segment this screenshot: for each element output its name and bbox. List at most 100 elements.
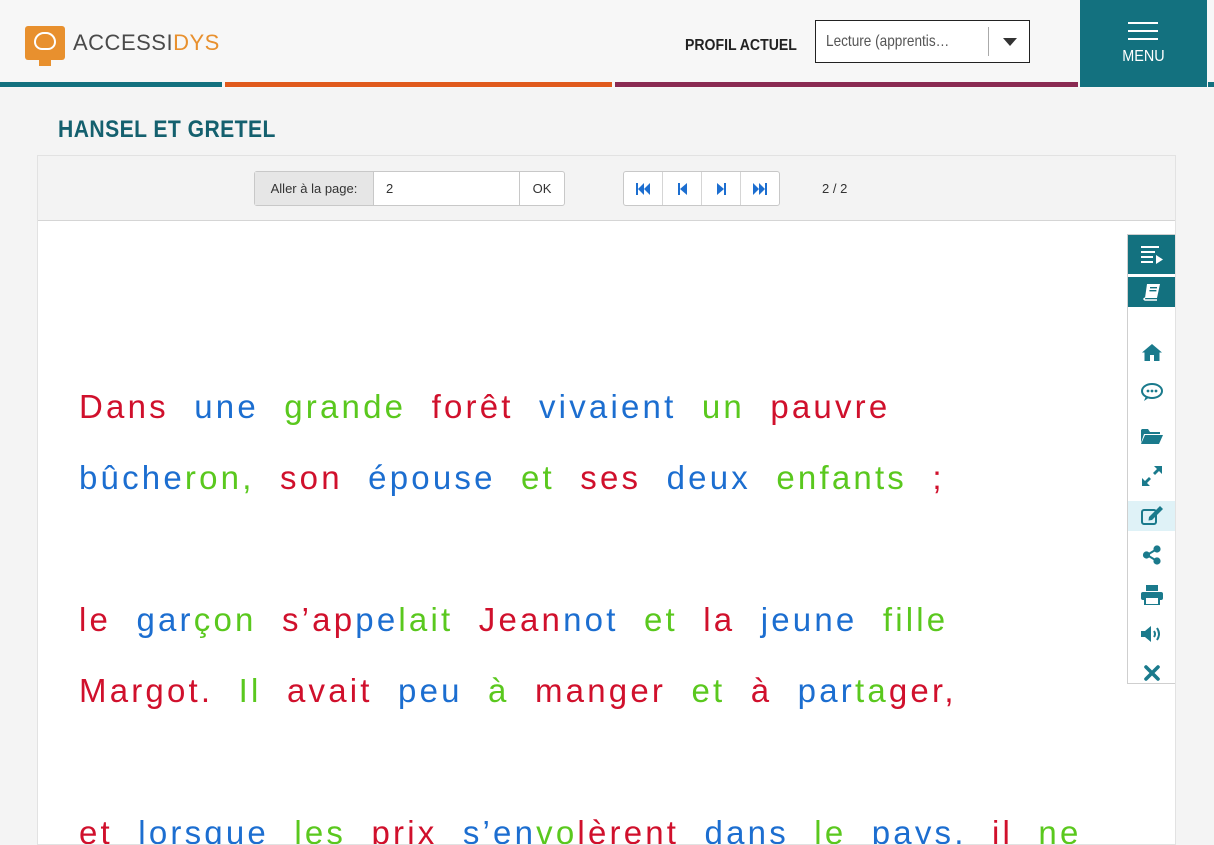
syllable: ne <box>1038 814 1082 845</box>
side-tools <box>1127 234 1175 684</box>
logo-text-accessi: ACCESSI <box>73 30 174 55</box>
viewer-toolbar: Aller à la page: OK 2 / 2 <box>38 156 1175 221</box>
book-icon <box>1143 284 1160 301</box>
next-page-button[interactable] <box>702 172 741 205</box>
syllable: lorsque <box>138 814 295 845</box>
syllable: ; <box>932 459 945 496</box>
profile-label: PROFIL ACTUEL <box>685 37 797 54</box>
syllable: et <box>521 459 581 496</box>
syllable: ger, <box>888 672 957 709</box>
close-document-button[interactable] <box>1128 658 1175 688</box>
open-folder-button[interactable] <box>1128 421 1175 451</box>
syllable: forêt <box>431 388 539 425</box>
home-icon <box>1142 343 1162 361</box>
edit-icon <box>1141 506 1163 525</box>
brain-monitor-icon <box>25 26 65 66</box>
goto-ok-button[interactable]: OK <box>520 172 564 205</box>
syllable: une <box>194 388 285 425</box>
share-button[interactable] <box>1128 540 1175 570</box>
syllable: peu <box>398 672 489 709</box>
previous-page-button[interactable] <box>663 172 702 205</box>
goto-page-group: Aller à la page: OK <box>254 171 565 206</box>
chevron-down-icon <box>1003 38 1017 46</box>
document-title: HANSEL ET GRETEL <box>58 116 276 143</box>
close-icon <box>1144 665 1160 681</box>
syllable: par <box>797 672 855 709</box>
syllable: bûche <box>79 459 185 496</box>
syllable: et <box>643 601 704 638</box>
accessidys-logo[interactable]: ACCESSIDYS <box>25 25 220 66</box>
syllable: le <box>79 601 137 638</box>
app-header: ACCESSIDYS PROFIL ACTUEL Lecture (appren… <box>0 0 1214 88</box>
syllable: avait <box>286 672 399 709</box>
syllable: dans <box>704 814 815 845</box>
document-viewer: Aller à la page: OK 2 / 2 Dans une grand… <box>37 155 1176 845</box>
text-line: bûcheron, son épouse et ses deux enfants… <box>79 459 945 497</box>
syllable: le <box>814 814 872 845</box>
comment-button[interactable] <box>1128 377 1175 407</box>
share-icon <box>1142 545 1161 565</box>
syllable: Il <box>238 672 287 709</box>
home-button[interactable] <box>1128 337 1175 367</box>
syllable: Dans <box>79 388 195 425</box>
menu-label: MENU <box>1122 48 1165 65</box>
syllable: lait <box>398 601 479 638</box>
print-icon <box>1141 585 1163 605</box>
page-count: 2 / 2 <box>822 181 848 196</box>
print-button[interactable] <box>1128 580 1175 610</box>
text-line: le garçon s’appelait Jeannot et la jeune… <box>79 601 948 639</box>
last-page-icon <box>753 182 767 195</box>
expand-icon <box>1142 466 1162 486</box>
syllable: lèrent <box>577 814 705 845</box>
text-line: Margot. Il avait peu à manger et à parta… <box>79 672 957 710</box>
page-navigation <box>623 171 780 206</box>
syllable: ta <box>854 672 889 709</box>
syllable: Margot. <box>79 672 239 709</box>
syllable: fille <box>882 601 949 638</box>
syllable: s’ap <box>281 601 356 638</box>
goto-page-input[interactable] <box>374 172 520 205</box>
syllable: son <box>279 459 369 496</box>
logo-text-dys: DYS <box>173 30 220 55</box>
profile-select[interactable]: Lecture (apprentis… <box>815 20 1030 63</box>
first-page-icon <box>636 182 650 195</box>
previous-page-icon <box>677 182 687 195</box>
syllable: gar <box>136 601 194 638</box>
logo-text: ACCESSIDYS <box>73 30 220 56</box>
fullscreen-button[interactable] <box>1128 461 1175 491</box>
syllable: vo <box>536 814 578 845</box>
syllable: grande <box>284 388 432 425</box>
stripe-orange <box>225 82 612 87</box>
syllable: pays, <box>871 814 992 845</box>
book-button[interactable] <box>1128 277 1175 307</box>
syllable: manger <box>534 672 692 709</box>
profile-select-value: Lecture (apprentis… <box>826 33 950 50</box>
syllable: pe <box>355 601 399 638</box>
stripe-purple <box>615 82 1078 87</box>
syllable: ses <box>580 459 667 496</box>
syllable: épouse <box>368 459 521 496</box>
adapt-text-button[interactable] <box>1128 235 1175 274</box>
goto-page-label: Aller à la page: <box>255 172 374 205</box>
last-page-button[interactable] <box>741 172 779 205</box>
hamburger-icon <box>1128 22 1158 46</box>
first-page-button[interactable] <box>624 172 663 205</box>
syllable: il <box>991 814 1039 845</box>
syllable: et <box>691 672 751 709</box>
stripe-teal <box>0 82 222 87</box>
syllable: à <box>488 672 535 709</box>
syllable: enfants <box>776 459 933 496</box>
select-separator <box>988 27 989 56</box>
syllable: jeune <box>760 601 883 638</box>
menu-button[interactable]: MENU <box>1080 0 1207 87</box>
syllable: ron, <box>184 459 280 496</box>
comment-icon <box>1141 383 1163 401</box>
stripe-teal-right <box>1208 82 1214 87</box>
syllable: la <box>703 601 761 638</box>
volume-icon <box>1141 626 1160 642</box>
syllable: un <box>701 388 771 425</box>
read-aloud-button[interactable] <box>1128 619 1175 649</box>
syllable: pauvre <box>770 388 891 425</box>
syllable: çon <box>193 601 282 638</box>
annotate-button[interactable] <box>1128 501 1175 531</box>
